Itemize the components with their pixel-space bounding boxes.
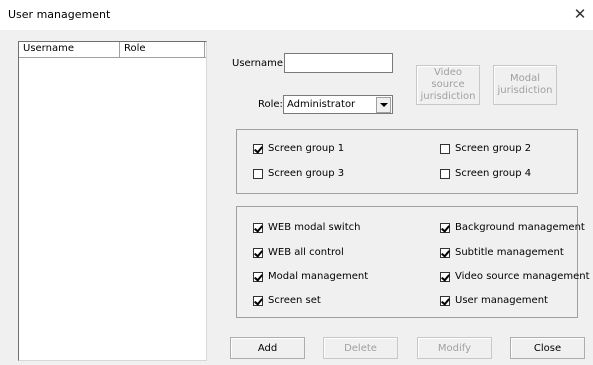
- checkbox-checked-icon[interactable]: [253, 222, 263, 233]
- checkbox-checked-icon[interactable]: [440, 222, 450, 233]
- checkbox-checked-icon[interactable]: [253, 247, 263, 258]
- modify-button-label: Modify: [437, 342, 472, 354]
- subtitle-management-label: Subtitle management: [455, 247, 564, 258]
- delete-button-label: Delete: [344, 342, 377, 354]
- role-select[interactable]: Administrator: [283, 95, 393, 114]
- delete-button[interactable]: Delete: [323, 337, 398, 359]
- subtitle-management-checkbox[interactable]: Subtitle management: [440, 247, 564, 258]
- video-source-jurisdiction-label: Video source jurisdiction: [420, 67, 476, 102]
- screen-group-1-label: Screen group 1: [268, 143, 345, 154]
- title-bar: User management ✕: [0, 0, 593, 30]
- modal-management-label: Modal management: [268, 271, 369, 282]
- checkbox-checked-icon[interactable]: [253, 143, 263, 154]
- window-title: User management: [8, 8, 111, 21]
- username-label: Username:: [232, 58, 287, 69]
- web-all-control-label: WEB all control: [268, 247, 344, 258]
- checkbox-unchecked-icon[interactable]: [440, 168, 450, 179]
- screen-group-4-label: Screen group 4: [455, 168, 532, 179]
- checkbox-checked-icon[interactable]: [253, 295, 263, 306]
- screen-group-3-checkbox[interactable]: Screen group 3: [253, 168, 344, 179]
- user-management-label: User management: [455, 295, 548, 306]
- modal-jurisdiction-button[interactable]: Modal jurisdiction: [493, 65, 557, 105]
- background-management-label: Background management: [455, 222, 585, 233]
- close-icon[interactable]: ✕: [571, 7, 589, 23]
- screen-group-4-checkbox[interactable]: Screen group 4: [440, 168, 531, 179]
- video-source-jurisdiction-button[interactable]: Video source jurisdiction: [416, 65, 480, 105]
- username-input[interactable]: [284, 53, 393, 73]
- screen-group-2-label: Screen group 2: [455, 143, 532, 154]
- modify-button[interactable]: Modify: [417, 337, 492, 359]
- add-button[interactable]: Add: [230, 337, 305, 359]
- add-button-label: Add: [257, 342, 278, 354]
- checkbox-checked-icon[interactable]: [440, 295, 450, 306]
- web-modal-switch-label: WEB modal switch: [268, 222, 361, 233]
- screen-group-3-label: Screen group 3: [268, 168, 345, 179]
- role-label: Role:: [258, 99, 283, 110]
- checkbox-checked-icon[interactable]: [440, 247, 450, 258]
- modal-management-checkbox[interactable]: Modal management: [253, 271, 368, 282]
- close-button[interactable]: Close: [510, 337, 585, 359]
- screen-group-1-checkbox[interactable]: Screen group 1: [253, 143, 344, 154]
- screen-group-2-checkbox[interactable]: Screen group 2: [440, 143, 531, 154]
- close-button-label: Close: [533, 342, 562, 354]
- web-all-control-checkbox[interactable]: WEB all control: [253, 247, 344, 258]
- role-select-value: Administrator: [287, 99, 356, 110]
- screen-set-checkbox[interactable]: Screen set: [253, 295, 321, 306]
- chevron-down-icon[interactable]: [376, 97, 391, 113]
- screen-set-label: Screen set: [268, 295, 321, 306]
- web-modal-switch-checkbox[interactable]: WEB modal switch: [253, 222, 360, 233]
- modal-jurisdiction-label: Modal jurisdiction: [497, 73, 553, 96]
- video-source-management-label: Video source management: [455, 271, 590, 282]
- user-management-checkbox[interactable]: User management: [440, 295, 548, 306]
- background-management-checkbox[interactable]: Background management: [440, 222, 585, 233]
- video-source-management-checkbox[interactable]: Video source management: [440, 271, 590, 282]
- column-header-role[interactable]: Role: [120, 42, 205, 57]
- user-list[interactable]: Username Role: [18, 41, 207, 361]
- checkbox-checked-icon[interactable]: [440, 271, 450, 282]
- user-list-header: Username Role: [19, 42, 206, 58]
- column-header-username[interactable]: Username: [19, 42, 120, 57]
- checkbox-unchecked-icon[interactable]: [440, 143, 450, 154]
- checkbox-unchecked-icon[interactable]: [253, 168, 263, 179]
- screen-groups-box: [236, 129, 578, 194]
- checkbox-checked-icon[interactable]: [253, 271, 263, 282]
